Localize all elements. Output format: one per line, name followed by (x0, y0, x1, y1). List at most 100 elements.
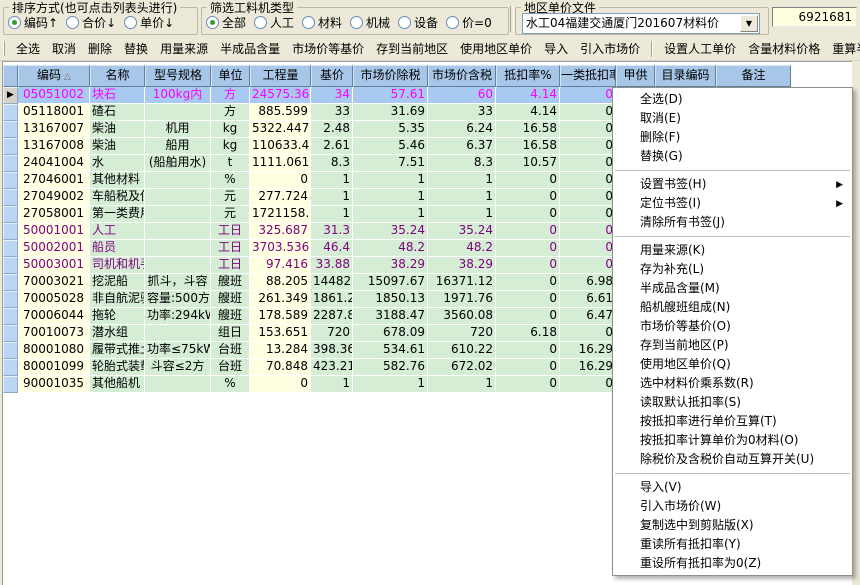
menu-item[interactable]: 引入市场价(W) (613, 497, 852, 516)
cell-quantity[interactable]: 97.416 (250, 257, 311, 274)
cell-spec[interactable]: (船舶用水) (145, 155, 211, 172)
column-header-market_price_extax[interactable]: 市场价除税 (353, 65, 428, 87)
cell-base_price[interactable]: 1 (311, 376, 353, 393)
cell-class1_deduct_rate[interactable]: 0 (560, 189, 616, 206)
cell-spec[interactable] (145, 240, 211, 257)
menu-item[interactable]: 取消(E) (613, 109, 852, 128)
cell-code[interactable]: 70006044 (18, 308, 90, 325)
cell-code[interactable]: 27058001 (18, 206, 90, 223)
cell-name[interactable]: 水 (90, 155, 145, 172)
cell-code[interactable]: 27046001 (18, 172, 90, 189)
cell-market_price_extax[interactable]: 57.61 (353, 87, 428, 104)
toolbar-button[interactable]: 市场价等基价 (292, 40, 364, 57)
cell-market_price_extax[interactable]: 678.09 (353, 325, 428, 342)
menu-item[interactable]: 选中材料价乘系数(R) (613, 374, 852, 393)
cell-deduct_rate[interactable]: 0 (496, 257, 560, 274)
cell-unit[interactable]: t (211, 155, 250, 172)
column-header-quantity[interactable]: 工程量 (250, 65, 311, 87)
cell-market_price_inctax[interactable]: 1 (428, 189, 496, 206)
cell-base_price[interactable]: 398.36 (311, 342, 353, 359)
column-header-catalog_code[interactable]: 目录编码 (655, 65, 716, 87)
cell-quantity[interactable]: 885.599 (250, 104, 311, 121)
cell-spec[interactable]: 机用 (145, 121, 211, 138)
cell-quantity[interactable]: 261.349 (250, 291, 311, 308)
cell-unit[interactable]: 组日 (211, 325, 250, 342)
radio-option[interactable]: 全部 (206, 14, 246, 31)
cell-market_price_inctax[interactable]: 1 (428, 172, 496, 189)
cell-code[interactable]: 70010073 (18, 325, 90, 342)
cell-name[interactable]: 挖泥船 (90, 274, 145, 291)
cell-code[interactable]: 13167008 (18, 138, 90, 155)
cell-spec[interactable]: 容量:500方 (145, 291, 211, 308)
cell-spec[interactable] (145, 325, 211, 342)
row-selector[interactable] (3, 359, 18, 376)
toolbar-button[interactable]: 引入市场价 (580, 40, 640, 57)
cell-spec[interactable]: 功率:294kW (145, 308, 211, 325)
cell-class1_deduct_rate[interactable]: 0 (560, 155, 616, 172)
cell-unit[interactable]: 方 (211, 87, 250, 104)
cell-base_price[interactable]: 1 (311, 189, 353, 206)
cell-name[interactable]: 车船税及保 (90, 189, 145, 206)
menu-item[interactable]: 全选(D) (613, 90, 852, 109)
cell-name[interactable]: 非自航泥驳 (90, 291, 145, 308)
column-header-spec[interactable]: 型号规格 (145, 65, 211, 87)
cell-base_price[interactable]: 33.88 (311, 257, 353, 274)
cell-quantity[interactable]: 13.284 (250, 342, 311, 359)
cell-deduct_rate[interactable]: 4.14 (496, 87, 560, 104)
cell-market_price_extax[interactable]: 35.24 (353, 223, 428, 240)
radio-option[interactable]: 人工 (254, 14, 294, 31)
cell-unit[interactable]: 元 (211, 189, 250, 206)
toolbar-button[interactable]: 半成品含量 (220, 40, 280, 57)
cell-deduct_rate[interactable]: 0 (496, 223, 560, 240)
cell-market_price_extax[interactable]: 1 (353, 206, 428, 223)
cell-code[interactable]: 80001080 (18, 342, 90, 359)
cell-class1_deduct_rate[interactable]: 6.61 (560, 291, 616, 308)
menu-item[interactable]: 读取默认抵扣率(S) (613, 393, 852, 412)
column-header-deduct_rate[interactable]: 抵扣率% (496, 65, 560, 87)
menu-item[interactable]: 存到当前地区(P) (613, 336, 852, 355)
cell-unit[interactable]: 台班 (211, 359, 250, 376)
cell-code[interactable]: 24041004 (18, 155, 90, 172)
cell-base_price[interactable]: 33 (311, 104, 353, 121)
menu-item[interactable]: 市场价等基价(O) (613, 317, 852, 336)
cell-market_price_inctax[interactable]: 1 (428, 206, 496, 223)
cell-market_price_inctax[interactable]: 720 (428, 325, 496, 342)
cell-unit[interactable]: 艘班 (211, 308, 250, 325)
cell-market_price_extax[interactable]: 5.46 (353, 138, 428, 155)
cell-deduct_rate[interactable]: 6.18 (496, 325, 560, 342)
cell-code[interactable]: 27049002 (18, 189, 90, 206)
cell-code[interactable]: 70003021 (18, 274, 90, 291)
column-header-name[interactable]: 名称 (90, 65, 145, 87)
toolbar-button[interactable]: 存到当前地区 (376, 40, 448, 57)
toolbar-button[interactable]: 取消 (52, 40, 76, 57)
cell-market_price_inctax[interactable]: 672.02 (428, 359, 496, 376)
cell-spec[interactable]: 功率≤75kW (145, 342, 211, 359)
menu-item[interactable]: 重设所有抵扣率为0(Z) (613, 554, 852, 573)
cell-unit[interactable]: 工日 (211, 223, 250, 240)
row-selector[interactable] (3, 376, 18, 393)
column-header-note[interactable]: 备注 (716, 65, 791, 87)
radio-option[interactable]: 价=0 (446, 14, 492, 31)
cell-unit[interactable]: % (211, 376, 250, 393)
cell-class1_deduct_rate[interactable]: 0 (560, 104, 616, 121)
toolbar-button[interactable]: 重算半成品价 (832, 40, 860, 57)
row-selector[interactable] (3, 121, 18, 138)
cell-market_price_inctax[interactable]: 16371.12 (428, 274, 496, 291)
cell-code[interactable]: 50003001 (18, 257, 90, 274)
cell-name[interactable]: 轮胎式装载 (90, 359, 145, 376)
cell-deduct_rate[interactable]: 0 (496, 274, 560, 291)
row-selector[interactable] (3, 342, 18, 359)
cell-base_price[interactable]: 2.61 (311, 138, 353, 155)
cell-market_price_inctax[interactable]: 610.22 (428, 342, 496, 359)
row-selector[interactable] (3, 274, 18, 291)
menu-item[interactable]: 导入(V) (613, 478, 852, 497)
cell-unit[interactable]: 艘班 (211, 274, 250, 291)
cell-spec[interactable] (145, 206, 211, 223)
cell-unit[interactable]: % (211, 172, 250, 189)
menu-item[interactable]: 用量来源(K) (613, 241, 852, 260)
cell-base_price[interactable]: 1 (311, 206, 353, 223)
cell-name[interactable]: 柴油 (90, 121, 145, 138)
cell-market_price_inctax[interactable]: 6.37 (428, 138, 496, 155)
menu-item[interactable]: 清除所有书签(J) (613, 213, 852, 232)
cell-quantity[interactable]: 0 (250, 172, 311, 189)
